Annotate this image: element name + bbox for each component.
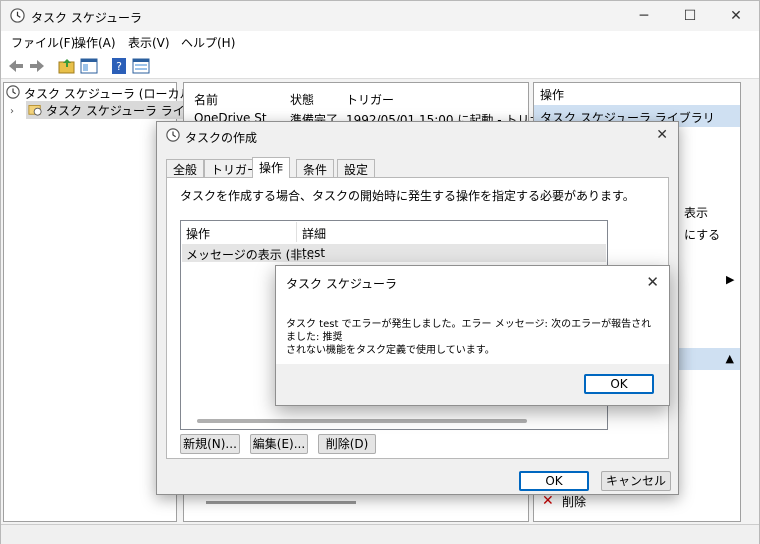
dialog-close-button[interactable]: ✕ bbox=[656, 127, 668, 143]
error-message-line: されない機能をタスク定義で使用しています。 bbox=[286, 345, 495, 356]
toolbar: ? bbox=[1, 53, 759, 79]
back-arrow-icon[interactable] bbox=[7, 57, 25, 75]
clock-icon bbox=[6, 84, 20, 102]
tree-item-root[interactable]: タスク スケジューラ (ローカル) bbox=[6, 84, 196, 102]
folder-up-icon[interactable] bbox=[58, 57, 76, 75]
tab-conditions[interactable]: 条件 bbox=[296, 159, 335, 177]
clock-icon bbox=[166, 128, 180, 145]
tab-settings[interactable]: 設定 bbox=[337, 159, 376, 177]
list-item[interactable]: メッセージの表示 (非… test bbox=[182, 244, 606, 262]
new-action-button[interactable]: 新規(N)... bbox=[180, 434, 240, 454]
delete-action-button[interactable]: 削除(D) bbox=[318, 434, 376, 454]
menu-action[interactable]: 操作(A) bbox=[74, 34, 116, 51]
actions-header: 操作 bbox=[534, 83, 740, 103]
message-title: タスク スケジューラ bbox=[286, 277, 397, 291]
properties-icon[interactable] bbox=[132, 57, 150, 75]
title-bar: タスク スケジューラ ─ ☐ ✕ bbox=[1, 1, 759, 31]
horizontal-scrollbar[interactable] bbox=[206, 501, 356, 504]
message-ok-button[interactable]: OK bbox=[584, 374, 654, 394]
window-title: タスク スケジューラ bbox=[31, 11, 142, 25]
column-header-status[interactable]: 状態 bbox=[290, 91, 314, 108]
delete-x-icon: ✕ bbox=[542, 493, 554, 509]
menu-view[interactable]: 表示(V) bbox=[128, 34, 170, 51]
svg-text:?: ? bbox=[116, 60, 122, 73]
cancel-button[interactable]: キャンセル bbox=[601, 471, 671, 491]
message-title-bar: タスク スケジューラ ✕ bbox=[276, 266, 669, 298]
tree-expand-chevron-icon[interactable]: › bbox=[10, 102, 14, 120]
list-item-action: メッセージの表示 (非… bbox=[186, 248, 315, 262]
message-close-button[interactable]: ✕ bbox=[646, 273, 659, 291]
tab-actions[interactable]: 操作 bbox=[252, 157, 291, 178]
action-item-partial[interactable]: 表示 bbox=[684, 204, 708, 221]
tab-general[interactable]: 全般 bbox=[166, 159, 205, 177]
help-icon[interactable]: ? bbox=[110, 57, 128, 75]
menu-bar: ファイル(F) 操作(A) 表示(V) ヘルプ(H) bbox=[1, 31, 759, 53]
edit-action-button[interactable]: 編集(E)... bbox=[250, 434, 308, 454]
menu-file[interactable]: ファイル(F) bbox=[11, 34, 75, 51]
column-header-trigger[interactable]: トリガー bbox=[346, 91, 394, 108]
menu-help[interactable]: ヘルプ(H) bbox=[181, 34, 235, 51]
dialog-title: タスクの作成 bbox=[185, 131, 258, 145]
error-message-dialog: タスク スケジューラ ✕ タスク test でエラーが発生しました。エラー メッ… bbox=[275, 265, 670, 406]
column-header-action[interactable]: 操作 bbox=[186, 225, 210, 242]
folder-clock-icon bbox=[28, 102, 42, 119]
error-message-text: タスク test でエラーが発生しました。エラー メッセージ: 次のエラーが報告… bbox=[286, 318, 658, 357]
clock-app-icon bbox=[10, 8, 25, 26]
show-hide-console-tree-icon[interactable] bbox=[80, 57, 98, 75]
column-header-name[interactable]: 名前 bbox=[194, 91, 218, 108]
submenu-arrow-icon: ▶ bbox=[726, 273, 735, 286]
error-message-line: タスク test でエラーが発生しました。エラー メッセージ: 次のエラーが報告… bbox=[286, 319, 652, 343]
action-item-delete[interactable]: 削除 bbox=[562, 493, 586, 510]
horizontal-scrollbar[interactable] bbox=[197, 419, 527, 423]
status-bar bbox=[1, 524, 759, 544]
tree-item-label: タスク スケジューラ (ローカル) bbox=[24, 86, 197, 101]
minimize-button[interactable]: ─ bbox=[621, 1, 667, 31]
action-item-partial[interactable]: にする bbox=[684, 226, 720, 243]
close-button[interactable]: ✕ bbox=[713, 1, 759, 31]
maximize-button[interactable]: ☐ bbox=[667, 1, 713, 31]
collapse-arrow-icon: ▲ bbox=[725, 352, 734, 365]
message-button-bar: OK bbox=[276, 364, 669, 405]
ok-button[interactable]: OK bbox=[519, 471, 589, 491]
actions-description: タスクを作成する場合、タスクの開始時に発生する操作を指定する必要があります。 bbox=[180, 189, 635, 203]
forward-arrow-icon[interactable] bbox=[28, 57, 46, 75]
column-header-detail[interactable]: 詳細 bbox=[302, 225, 326, 242]
list-item-detail: test bbox=[302, 246, 326, 260]
console-tree: タスク スケジューラ (ローカル) › タスク スケジューラ ライブラリ bbox=[3, 82, 225, 522]
